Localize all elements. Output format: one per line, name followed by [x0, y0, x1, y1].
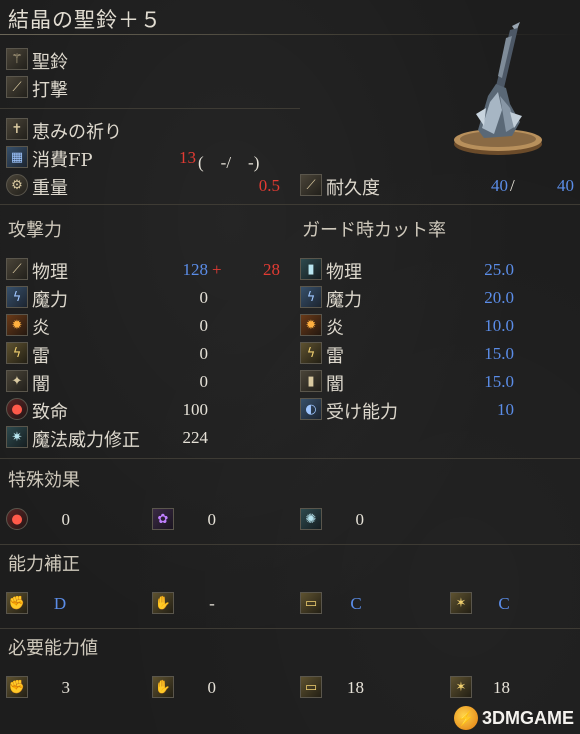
weight-value: 0.5 — [258, 176, 280, 195]
dark-icon: ✦ — [6, 370, 28, 392]
watermark-text: 3DMGAME — [481, 707, 574, 728]
guard-value-stability: 10 — [497, 400, 514, 419]
requirement-strength: 3 — [61, 678, 71, 697]
divider — [0, 204, 580, 205]
fp-paren: ( -/ -) — [198, 153, 260, 172]
attack-type: 打撃 — [32, 80, 68, 101]
physical-icon: ⟋ — [6, 258, 28, 280]
attack-header: 攻撃力 — [8, 220, 62, 241]
weapon-image — [454, 22, 542, 155]
dexterity-icon: ✋ — [152, 592, 174, 614]
guard-label-fire: 炎 — [326, 318, 344, 339]
guard-label-physical: 物理 — [326, 262, 362, 283]
attack-label-dark: 闇 — [32, 374, 50, 395]
guard-dark-icon: ▮ — [300, 370, 322, 392]
requirements-header: 必要能力値 — [8, 638, 98, 659]
guard-fire-icon: ✹ — [300, 314, 322, 336]
attack-label-physical: 物理 — [32, 262, 68, 283]
attack-value-critical: 100 — [182, 400, 209, 419]
strength-icon: ✊ — [6, 592, 28, 614]
skill-icon: ✝ — [6, 118, 28, 140]
lightning-icon: ϟ — [6, 342, 28, 364]
guard-value-lightning: 15.0 — [484, 344, 514, 363]
attack-label-spell-buff: 魔法威力修正 — [32, 430, 140, 451]
attack-label-critical: 致命 — [32, 402, 68, 423]
guard-label-dark: 闇 — [326, 374, 344, 395]
catalyst-type-icon: ⚚ — [6, 48, 28, 70]
fp-icon: ▦ — [6, 146, 28, 168]
durability-current: 40 — [491, 176, 508, 195]
special-header: 特殊効果 — [8, 470, 80, 491]
scaling-intelligence: C — [350, 594, 362, 613]
attack-value-lightning: 0 — [199, 344, 209, 363]
attack-bonus-physical: 28 — [263, 260, 280, 279]
requirement-faith: 18 — [493, 678, 510, 697]
guard-label-magic: 魔力 — [326, 290, 362, 311]
guard-header: ガード時カット率 — [302, 220, 446, 241]
faith-icon: ✶ — [450, 676, 472, 698]
dexterity-icon: ✋ — [152, 676, 174, 698]
magic-icon: ϟ — [6, 286, 28, 308]
strike-icon: ⟋ — [6, 76, 28, 98]
requirement-intelligence: 18 — [347, 678, 364, 697]
scaling-strength: D — [53, 594, 67, 613]
guard-physical-icon: ▮ — [300, 258, 322, 280]
fp-value: 13 — [179, 148, 196, 167]
durability-separator: / — [510, 176, 515, 195]
divider — [0, 108, 300, 109]
weight-label: 重量 — [32, 178, 68, 199]
watermark-logo-icon: ⚡ — [453, 706, 478, 730]
divider — [0, 544, 580, 545]
critical-icon: ● — [6, 398, 28, 420]
special-value-poison: 0 — [207, 510, 217, 529]
intelligence-icon: ▭ — [300, 676, 322, 698]
durability-max: 40 — [557, 176, 574, 195]
special-value-bleed: 0 — [61, 510, 71, 529]
guard-value-physical: 25.0 — [484, 260, 514, 279]
guard-lightning-icon: ϟ — [300, 342, 322, 364]
attack-label-lightning: 雷 — [32, 346, 50, 367]
attack-value-physical: 128 — [182, 260, 209, 279]
spell-buff-icon: ✷ — [6, 426, 28, 448]
weapon-title: 結晶の聖鈴＋５ — [8, 8, 162, 32]
bleed-icon: ● — [6, 508, 28, 530]
attack-value-magic: 0 — [199, 288, 209, 307]
special-value-frost: 0 — [355, 510, 365, 529]
weapon-type: 聖鈴 — [32, 52, 68, 73]
guard-label-lightning: 雷 — [326, 346, 344, 367]
attack-value-spell-buff: 224 — [182, 428, 209, 447]
divider — [0, 628, 580, 629]
faith-icon: ✶ — [450, 592, 472, 614]
frost-icon: ✺ — [300, 508, 322, 530]
divider — [0, 458, 580, 459]
poison-icon: ✿ — [152, 508, 174, 530]
fire-icon: ✹ — [6, 314, 28, 336]
attack-label-magic: 魔力 — [32, 290, 68, 311]
durability-label: 耐久度 — [326, 178, 380, 199]
guard-value-magic: 20.0 — [484, 288, 514, 307]
guard-value-dark: 15.0 — [484, 372, 514, 391]
guard-label-stability: 受け能力 — [326, 402, 398, 423]
fp-label: 消費FP — [32, 150, 93, 171]
stability-icon: ◐ — [300, 398, 322, 420]
attack-label-fire: 炎 — [32, 318, 50, 339]
requirement-dexterity: 0 — [207, 678, 217, 697]
weapon-skill: 恵みの祈り — [32, 122, 122, 143]
attack-value-dark: 0 — [199, 372, 209, 391]
guard-value-fire: 10.0 — [484, 316, 514, 335]
attack-value-fire: 0 — [199, 316, 209, 335]
watermark: ⚡ 3DMGAME — [453, 706, 574, 730]
durability-icon: ⟋ — [300, 174, 322, 196]
attack-plus: + — [212, 260, 222, 279]
weight-icon: ⚙ — [6, 174, 28, 196]
scaling-faith: C — [498, 594, 510, 613]
guard-magic-icon: ϟ — [300, 286, 322, 308]
scaling-dexterity: - — [209, 594, 215, 613]
intelligence-icon: ▭ — [300, 592, 322, 614]
scaling-header: 能力補正 — [8, 554, 80, 575]
strength-icon: ✊ — [6, 676, 28, 698]
